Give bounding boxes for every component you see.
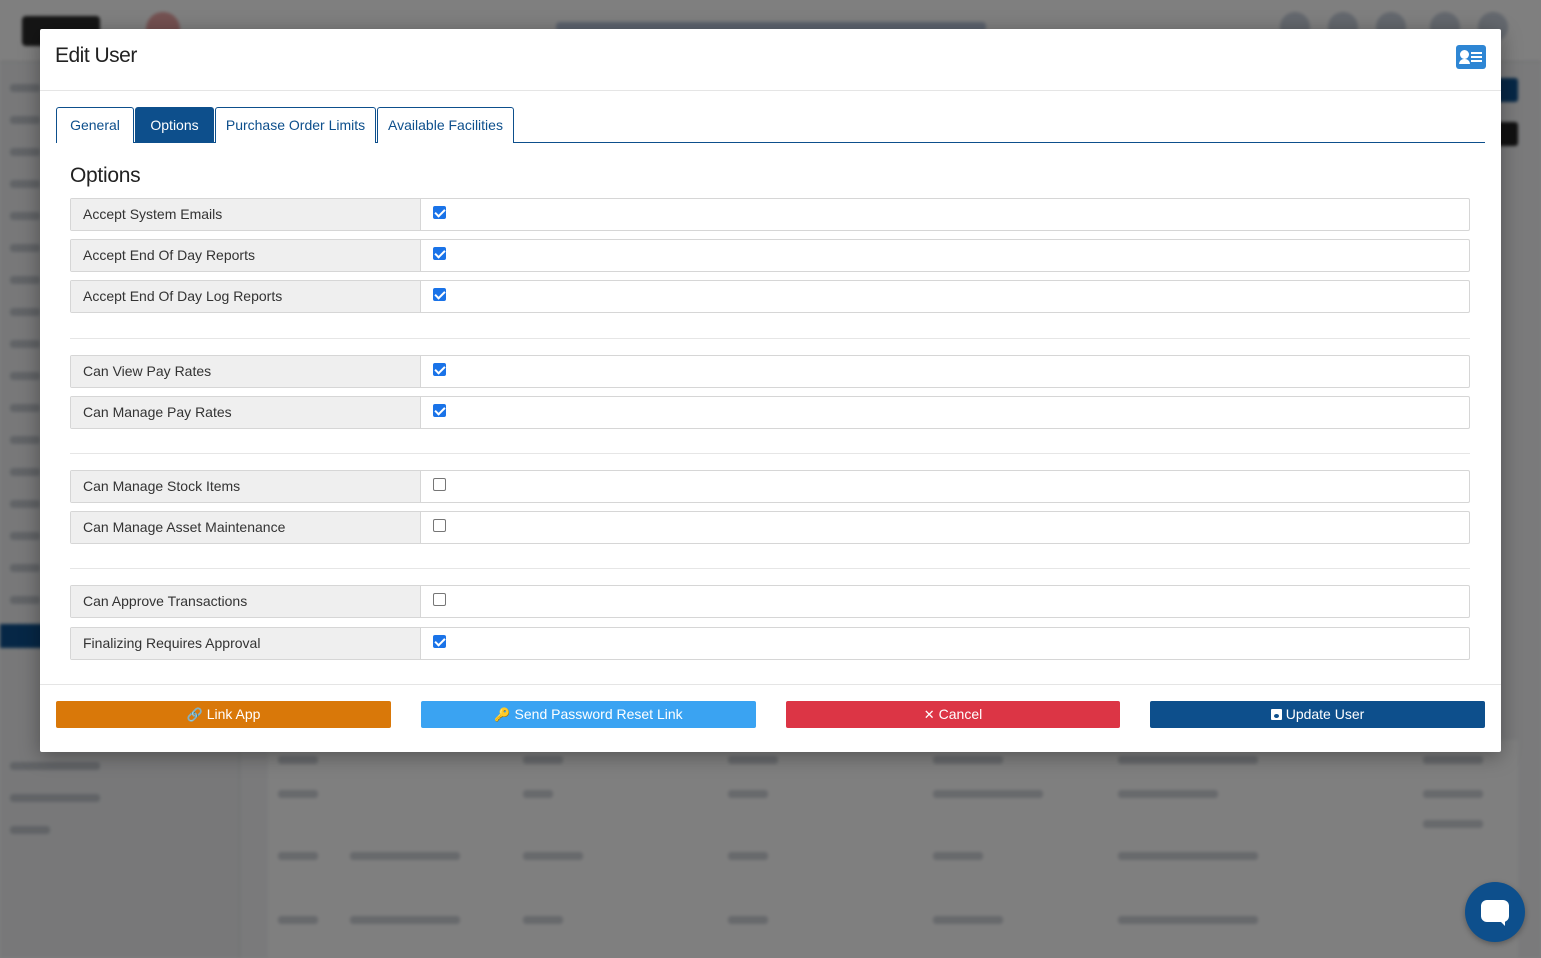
accept-end-of-day-log-reports-checkbox[interactable] [433, 288, 446, 301]
option-row-can-manage-stock-items: Can Manage Stock Items [70, 470, 1470, 503]
accept-end-of-day-reports-checkbox[interactable] [433, 247, 446, 260]
send-reset-label: Send Password Reset Link [514, 706, 683, 722]
option-label: Can Approve Transactions [71, 586, 421, 617]
option-row-accept-end-of-day-log-reports: Accept End Of Day Log Reports [70, 280, 1470, 313]
options-section-title: Options [70, 164, 141, 187]
option-label: Can View Pay Rates [71, 356, 421, 387]
group-divider [70, 568, 1470, 569]
can-approve-transactions-checkbox[interactable] [433, 593, 446, 606]
finalizing-requires-approval-checkbox[interactable] [433, 635, 446, 648]
cancel-button[interactable]: ✕ Cancel [786, 701, 1120, 728]
option-row-can-view-pay-rates: Can View Pay Rates [70, 355, 1470, 388]
update-user-button[interactable]: Update User [1150, 701, 1485, 728]
send-password-reset-link-button[interactable]: 🔑 Send Password Reset Link [421, 701, 756, 728]
option-row-finalizing-requires-approval: Finalizing Requires Approval [70, 627, 1470, 660]
link-app-label: Link App [206, 706, 261, 722]
close-icon: ✕ [923, 707, 935, 722]
group-divider [70, 453, 1470, 454]
option-row-can-manage-pay-rates: Can Manage Pay Rates [70, 396, 1470, 429]
can-manage-asset-maintenance-checkbox[interactable] [433, 519, 446, 532]
accept-system-emails-checkbox[interactable] [433, 206, 446, 219]
key-icon: 🔑 [494, 707, 511, 722]
group-divider [70, 338, 1470, 339]
option-label: Accept End Of Day Reports [71, 240, 421, 271]
option-label: Can Manage Pay Rates [71, 397, 421, 428]
option-row-can-manage-asset-maintenance: Can Manage Asset Maintenance [70, 511, 1470, 544]
link-app-button[interactable]: 🔗 Link App [56, 701, 391, 728]
link-icon: 🔗 [186, 707, 203, 722]
can-manage-stock-items-checkbox[interactable] [433, 478, 446, 491]
tab-purchase-order-limits[interactable]: Purchase Order Limits [215, 107, 376, 143]
can-manage-pay-rates-checkbox[interactable] [433, 404, 446, 417]
id-card-icon [1456, 45, 1486, 69]
option-label: Can Manage Stock Items [71, 471, 421, 502]
edit-user-modal: Edit User General Options Purchase Order… [40, 29, 1501, 752]
option-label: Finalizing Requires Approval [71, 628, 421, 659]
option-row-can-approve-transactions: Can Approve Transactions [70, 585, 1470, 618]
tab-available-facilities[interactable]: Available Facilities [377, 107, 514, 143]
option-label: Can Manage Asset Maintenance [71, 512, 421, 543]
modal-footer: 🔗 Link App 🔑 Send Password Reset Link ✕ Can… [40, 684, 1501, 752]
tab-general[interactable]: General [56, 107, 134, 143]
update-user-label: Update User [1285, 706, 1365, 722]
option-label: Accept End Of Day Log Reports [71, 281, 421, 312]
tab-bar: General Options Purchase Order Limits Av… [56, 107, 1485, 143]
chat-widget-button[interactable] [1465, 882, 1525, 942]
can-view-pay-rates-checkbox[interactable] [433, 363, 446, 376]
save-icon [1270, 709, 1282, 720]
cancel-label: Cancel [938, 706, 983, 722]
modal-header: Edit User [40, 29, 1501, 91]
option-row-accept-system-emails: Accept System Emails [70, 198, 1470, 231]
tab-options[interactable]: Options [135, 107, 214, 143]
option-row-accept-end-of-day-reports: Accept End Of Day Reports [70, 239, 1470, 272]
option-label: Accept System Emails [71, 199, 421, 230]
modal-title: Edit User [55, 44, 137, 67]
